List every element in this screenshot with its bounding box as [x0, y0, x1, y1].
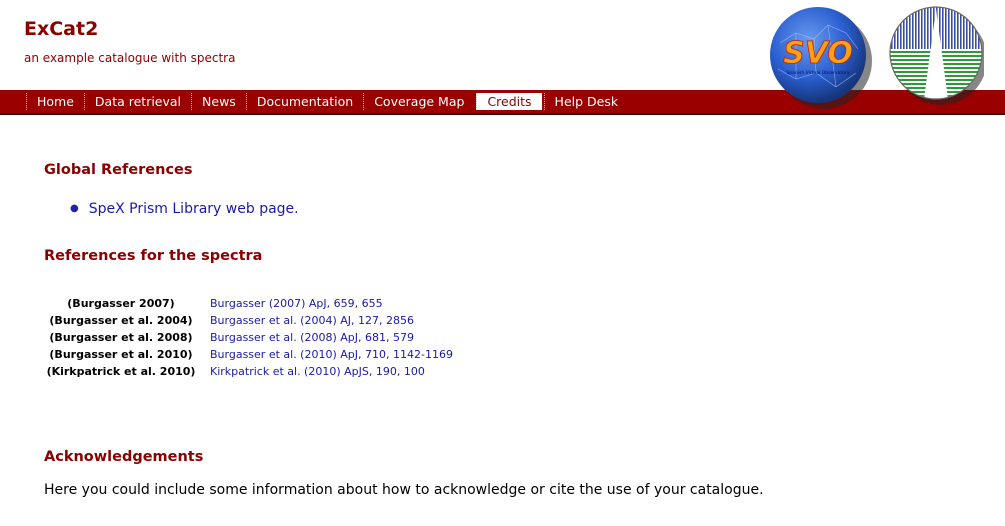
reference-link[interactable]: Kirkpatrick et al. (2010) ApJS, 190, 100 — [210, 365, 425, 378]
acknowledgements-heading: Acknowledgements — [44, 449, 204, 465]
site-subtitle: an example catalogue with spectra — [24, 51, 236, 65]
reference-label: (Burgasser 2007) — [67, 297, 175, 310]
spex-link[interactable]: SpeX Prism Library web page. — [89, 201, 299, 217]
svg-text:Spanish Virtual Observatory: Spanish Virtual Observatory — [786, 70, 849, 76]
nav-item-credits[interactable]: Credits — [476, 93, 542, 110]
reference-cell: Burgasser et al. (2008) ApJ, 681, 579 — [210, 329, 453, 346]
reference-label: (Burgasser et al. 2010) — [49, 348, 193, 361]
global-references-heading: Global References — [44, 162, 193, 178]
nav-item-data-retrieval[interactable]: Data retrieval — [83, 93, 191, 110]
table-row: (Burgasser 2007) Burgasser (2007) ApJ, 65… — [44, 295, 453, 312]
bullet-icon: ● — [70, 203, 79, 214]
svo-logo[interactable]: SVO Spanish Virtual Observatory — [766, 3, 874, 111]
table-row: (Burgasser et al. 2008) Burgasser et al. … — [44, 329, 453, 346]
nav-item-news[interactable]: News — [191, 93, 246, 110]
list-item: ● SpeX Prism Library web page. — [70, 201, 299, 217]
nav-item-home[interactable]: Home — [26, 93, 84, 110]
telescope-logo[interactable] — [888, 3, 984, 107]
table-row: (Burgasser et al. 2010) Burgasser et al. … — [44, 346, 453, 363]
reference-cell: Burgasser et al. (2010) ApJ, 710, 1142-1… — [210, 346, 453, 363]
table-row: (Burgasser et al. 2004) Burgasser et al. … — [44, 312, 453, 329]
nav-item-documentation[interactable]: Documentation — [245, 93, 363, 110]
svg-text:SVO: SVO — [783, 36, 853, 71]
reference-label: (Burgasser et al. 2004) — [49, 314, 193, 327]
table-row: (Kirkpatrick et al. 2010) Kirkpatrick et … — [44, 363, 453, 380]
reference-cell: Burgasser et al. (2004) AJ, 127, 2856 — [210, 312, 453, 329]
spectra-references-heading: References for the spectra — [44, 248, 263, 264]
reference-cell: Burgasser (2007) ApJ, 659, 655 — [210, 295, 453, 312]
nav-item-help-desk[interactable]: Help Desk — [543, 93, 629, 110]
spectra-references-table: (Burgasser 2007) Burgasser (2007) ApJ, 65… — [44, 295, 453, 380]
reference-label: (Kirkpatrick et al. 2010) — [46, 365, 196, 378]
nav-item-coverage-map[interactable]: Coverage Map — [363, 93, 474, 110]
reference-link[interactable]: Burgasser et al. (2010) ApJ, 710, 1142-1… — [210, 348, 453, 361]
site-title: ExCat2 — [24, 18, 99, 40]
reference-link[interactable]: Burgasser et al. (2008) ApJ, 681, 579 — [210, 331, 414, 344]
reference-link[interactable]: Burgasser et al. (2004) AJ, 127, 2856 — [210, 314, 414, 327]
reference-cell: Kirkpatrick et al. (2010) ApJS, 190, 100 — [210, 363, 453, 380]
reference-label: (Burgasser et al. 2008) — [49, 331, 193, 344]
reference-link[interactable]: Burgasser (2007) ApJ, 659, 655 — [210, 297, 383, 310]
acknowledgements-text: Here you could include some information … — [44, 482, 764, 498]
